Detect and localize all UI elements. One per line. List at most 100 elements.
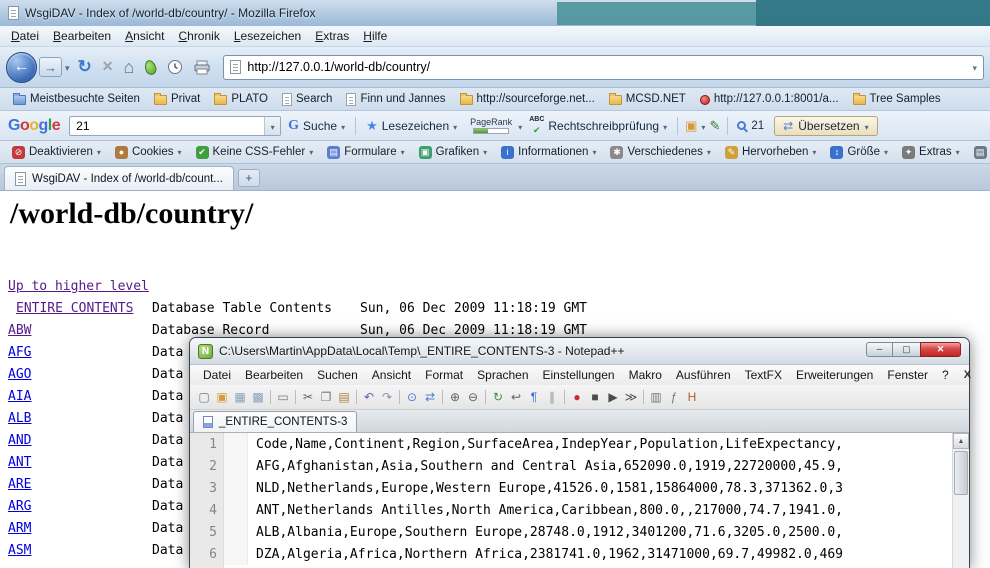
bookmark-item[interactable]: Meistbesuchte Seiten	[6, 88, 147, 110]
back-button[interactable]	[6, 52, 37, 83]
toolbar-separator[interactable]	[356, 390, 357, 404]
bookmark-item[interactable]: Finn und Jannes	[339, 88, 452, 110]
bookmark-margin[interactable]	[224, 477, 248, 499]
bookmark-item[interactable]: MCSD.NET	[602, 88, 693, 110]
indent-guide-icon[interactable]: ∥	[543, 388, 561, 406]
entry-link[interactable]: ABW	[8, 323, 31, 338]
menu-item[interactable]: Lesezeichen	[227, 27, 308, 45]
webdev-menu-item[interactable]: i Informationen	[495, 146, 602, 159]
menu-item[interactable]: Bearbeiten	[46, 27, 118, 45]
menu-item[interactable]: Sprachen	[470, 368, 535, 382]
menu-item[interactable]: Suchen	[310, 368, 365, 382]
print-icon[interactable]: ▭	[274, 388, 292, 406]
menu-item[interactable]: Erweiterungen	[789, 368, 880, 382]
menu-item[interactable]: Format	[418, 368, 470, 382]
function-list-icon[interactable]: ƒ	[665, 388, 683, 406]
autofill-icon[interactable]	[685, 118, 697, 134]
refresh-icon[interactable]: ↻	[489, 388, 507, 406]
entry-link[interactable]: ARM	[8, 521, 31, 536]
editor-area[interactable]: 1 Code,Name,Continent,Region,SurfaceArea…	[190, 433, 969, 568]
webdev-menu-item[interactable]: ✦ Extras	[896, 146, 966, 159]
word-find-count[interactable]: 21	[731, 120, 770, 132]
printer-icon[interactable]	[193, 60, 211, 75]
menu-item[interactable]: Ausführen	[669, 368, 738, 382]
bookmark-margin[interactable]	[224, 543, 248, 565]
menu-item[interactable]: ?	[935, 368, 956, 382]
webdev-menu-item[interactable]: ▣ Grafiken	[413, 146, 493, 159]
bookmark-item[interactable]: PLATO	[207, 88, 275, 110]
show-symbols-icon[interactable]: ¶	[525, 388, 543, 406]
scroll-up-arrow[interactable]	[953, 433, 969, 449]
bookmark-item[interactable]: Search	[275, 88, 339, 110]
word-wrap-icon[interactable]: ↩	[507, 388, 525, 406]
bookmark-item[interactable]: Privat	[147, 88, 207, 110]
entry-link[interactable]: AFG	[8, 345, 31, 360]
google-search-value[interactable]: 21	[70, 119, 264, 133]
entry-link[interactable]: ARG	[8, 499, 31, 514]
save-icon[interactable]: ▦	[231, 388, 249, 406]
entry-link[interactable]: ARE	[8, 477, 31, 492]
menu-item[interactable]: Hilfe	[356, 27, 394, 45]
url-dropdown-icon[interactable]	[972, 58, 977, 76]
firefox-titlebar[interactable]: WsgiDAV - Index of /world-db/country/ - …	[0, 0, 990, 26]
home-icon[interactable]	[124, 58, 135, 77]
entry-link[interactable]: AGO	[8, 367, 31, 382]
cut-icon[interactable]: ✂	[299, 388, 317, 406]
webdev-menu-item[interactable]: ⊘ Deaktivieren	[6, 146, 107, 159]
forward-button[interactable]	[39, 57, 62, 77]
toolbar-separator[interactable]	[399, 390, 400, 404]
google-search-box[interactable]: 21	[69, 116, 281, 136]
close-button[interactable]	[920, 342, 961, 357]
bookmark-margin[interactable]	[224, 521, 248, 543]
entry-link[interactable]: AND	[8, 433, 31, 448]
reload-icon[interactable]	[78, 58, 92, 76]
toolbar-separator[interactable]	[564, 390, 565, 404]
webdev-menu-item[interactable]: ▤ Formulare	[321, 146, 410, 159]
bookmark-item[interactable]: http://sourceforge.net...	[453, 88, 602, 110]
webdev-menu-item[interactable]: ▤ Quelltext	[968, 146, 990, 159]
menu-item[interactable]: Ansicht	[365, 368, 418, 382]
new-file-icon[interactable]: ▢	[195, 388, 213, 406]
toolbar-separator[interactable]	[295, 390, 296, 404]
entry-link[interactable]: AIA	[8, 389, 31, 404]
google-search-button[interactable]: Suche	[281, 118, 352, 134]
toolbar-separator[interactable]	[270, 390, 271, 404]
browser-tab-active[interactable]: WsgiDAV - Index of /world-db/count...	[4, 166, 234, 190]
vertical-scrollbar[interactable]	[952, 433, 969, 568]
menu-item[interactable]: Datei	[196, 368, 238, 382]
webdev-menu-item[interactable]: ✎ Hervorheben	[719, 146, 823, 159]
bookmark-margin[interactable]	[224, 499, 248, 521]
pagerank-widget[interactable]: PageRank	[464, 117, 518, 134]
paste-icon[interactable]: ▤	[335, 388, 353, 406]
entry-link[interactable]: ALB	[8, 411, 31, 426]
google-bookmarks-button[interactable]: Lesezeichen	[359, 118, 464, 134]
history-dropdown-icon[interactable]	[62, 58, 73, 76]
entry-link[interactable]: ANT	[8, 455, 31, 470]
menu-item[interactable]: Einstellungen	[536, 368, 622, 382]
stop-macro-icon[interactable]: ■	[586, 388, 604, 406]
menu-item[interactable]: Bearbeiten	[238, 368, 310, 382]
chevron-down-icon[interactable]	[701, 117, 705, 135]
webdev-menu-item[interactable]: ● Cookies	[109, 146, 188, 159]
menubar-close-button[interactable]: X	[956, 369, 979, 381]
scrollbar-thumb[interactable]	[954, 451, 968, 495]
toolbar-separator[interactable]	[485, 390, 486, 404]
run-macro-multiple-icon[interactable]: ≫	[622, 388, 640, 406]
menu-item[interactable]: Makro	[622, 368, 669, 382]
entry-link[interactable]: ENTIRE CONTENTS	[16, 301, 133, 316]
google-logo[interactable]: G o o g l e	[8, 117, 60, 135]
zoom-in-icon[interactable]: ⊕	[446, 388, 464, 406]
save-all-icon[interactable]: ▩	[249, 388, 267, 406]
pencil-icon[interactable]	[709, 118, 720, 134]
webdev-menu-item[interactable]: ↕ Größe	[824, 146, 894, 159]
url-bar[interactable]: http://127.0.0.1/world-db/country/	[223, 55, 984, 80]
menu-item[interactable]: Fenster	[880, 368, 935, 382]
record-macro-icon[interactable]: ●	[568, 388, 586, 406]
document-tab-active[interactable]: _ENTIRE_CONTENTS-3	[193, 411, 357, 432]
clock-icon[interactable]	[167, 59, 183, 75]
toolbar-separator[interactable]	[442, 390, 443, 404]
spellcheck-button[interactable]: ABC Rechtschreibprüfung	[522, 116, 674, 135]
redo-icon[interactable]: ↷	[378, 388, 396, 406]
menu-item[interactable]: TextFX	[738, 368, 789, 382]
textfx-icon[interactable]: H	[683, 388, 701, 406]
